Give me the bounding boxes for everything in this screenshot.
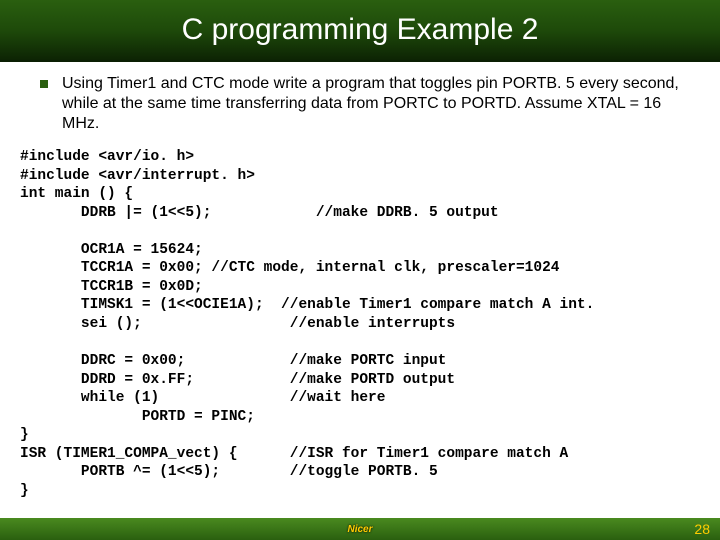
bullet-item: Using Timer1 and CTC mode write a progra… [0, 62, 720, 142]
code-block: #include <avr/io. h> #include <avr/inter… [0, 142, 720, 500]
bullet-icon [40, 80, 48, 88]
title-bar: C programming Example 2 [0, 0, 720, 62]
bullet-text: Using Timer1 and CTC mode write a progra… [62, 74, 692, 134]
slide-title: C programming Example 2 [182, 13, 539, 47]
footer-bar: Nicer 28 [0, 518, 720, 540]
page-number: 28 [694, 521, 710, 537]
footer-logo: Nicer [347, 524, 372, 535]
